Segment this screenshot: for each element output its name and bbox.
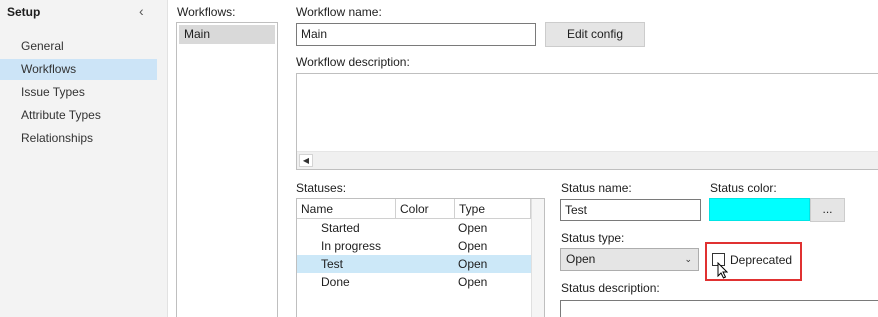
workflow-description-input[interactable]: ◀: [296, 73, 878, 170]
status-type-cell: Open: [458, 221, 488, 235]
status-description-input[interactable]: [560, 300, 878, 317]
chevron-down-icon: ⌄: [684, 254, 692, 264]
status-description-label: Status description:: [561, 281, 660, 295]
statuses-label: Statuses:: [296, 181, 347, 195]
workflow-name-label: Workflow name:: [296, 5, 382, 19]
status-type-select[interactable]: Open ⌄: [560, 248, 699, 271]
column-header-name[interactable]: Name: [297, 199, 396, 219]
chevron-left-icon[interactable]: ‹: [139, 3, 144, 19]
sidebar-item-issue-types[interactable]: Issue Types: [0, 82, 157, 103]
table-row[interactable]: Done Open: [297, 273, 532, 291]
statuses-table[interactable]: Name Color Type Started Open In progress…: [296, 198, 545, 317]
workflow-description-label: Workflow description:: [296, 55, 410, 69]
list-item[interactable]: Main: [179, 25, 275, 44]
sidebar-item-relationships[interactable]: Relationships: [0, 128, 157, 149]
table-row[interactable]: In progress Open: [297, 237, 532, 255]
sidebar-item-attribute-types[interactable]: Attribute Types: [0, 105, 157, 126]
sidebar-title: Setup: [7, 5, 41, 19]
column-header-type[interactable]: Type: [455, 199, 531, 219]
sidebar-item-workflows[interactable]: Workflows: [0, 59, 157, 80]
status-type-cell: Open: [458, 275, 488, 289]
status-type-label: Status type:: [561, 231, 625, 245]
status-name-label: Status name:: [561, 181, 632, 195]
status-type-cell: Open: [458, 239, 488, 253]
status-name-cell: Test: [321, 257, 344, 271]
mouse-pointer-icon: [717, 261, 729, 282]
status-name-cell: In progress: [321, 239, 382, 253]
workflows-list[interactable]: Main: [176, 22, 278, 317]
workflows-label: Workflows:: [177, 5, 236, 19]
status-type-cell: Open: [458, 257, 488, 271]
edit-config-button[interactable]: Edit config: [545, 22, 645, 47]
workflow-name-input[interactable]: Main: [296, 23, 536, 46]
status-name-cell: Done: [321, 275, 350, 289]
status-name-input[interactable]: Test: [560, 199, 701, 221]
sidebar: Setup ‹ General Workflows Issue Types At…: [0, 0, 168, 317]
table-row[interactable]: Test Open: [297, 255, 532, 273]
status-name-cell: Started: [321, 221, 360, 235]
table-row[interactable]: Started Open: [297, 219, 532, 237]
scroll-left-icon[interactable]: ◀: [299, 154, 313, 167]
vertical-scrollbar[interactable]: [531, 199, 544, 317]
status-color-label: Status color:: [710, 181, 777, 195]
horizontal-scrollbar[interactable]: ◀: [297, 151, 878, 169]
deprecated-label[interactable]: Deprecated: [730, 253, 792, 267]
status-color-swatch: [709, 198, 810, 221]
status-type-value: Open: [566, 252, 596, 266]
color-picker-button[interactable]: ...: [810, 198, 845, 222]
sidebar-item-general[interactable]: General: [0, 36, 157, 57]
column-header-color[interactable]: Color: [396, 199, 455, 219]
